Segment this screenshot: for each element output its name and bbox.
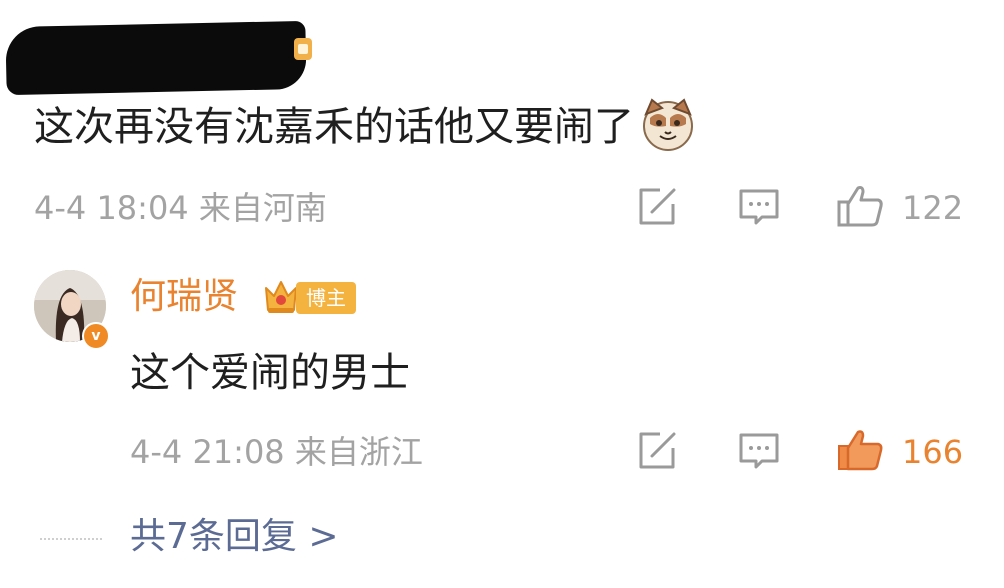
comment-body: 这次再没有沈嘉禾的话他又要闹了 xyxy=(34,104,634,150)
verified-badge: v xyxy=(82,322,110,350)
reply-like-count: 166 xyxy=(902,433,964,471)
share-button[interactable] xyxy=(636,186,678,228)
reply-comment-button-2[interactable] xyxy=(738,432,780,470)
redacted-username xyxy=(5,20,307,96)
reply-like-button[interactable] xyxy=(836,428,884,472)
reply-username[interactable]: 何瑞贤 xyxy=(130,274,238,320)
comment-text: 这次再没有沈嘉禾的话他又要闹了 xyxy=(34,96,696,156)
like-button[interactable] xyxy=(836,184,884,228)
reply-share-button[interactable] xyxy=(636,430,678,472)
reply-time: 4-4 21:08 xyxy=(130,433,285,471)
comment-icon xyxy=(739,189,779,225)
reply-meta: 4-4 21:08 来自浙江 xyxy=(130,432,423,472)
like-count: 122 xyxy=(902,189,964,227)
cat-face-emoji-icon xyxy=(643,98,693,151)
reply-body: 这个爱闹的男士 xyxy=(130,350,410,396)
share-icon xyxy=(639,188,676,225)
comment-icon xyxy=(739,433,779,469)
like-icon xyxy=(837,186,883,227)
reply-location: 来自浙江 xyxy=(294,433,423,471)
reply-comment-button[interactable] xyxy=(738,188,780,226)
more-replies-link[interactable]: 共7条回复 > xyxy=(130,514,339,560)
comment-time: 4-4 18:04 xyxy=(34,189,189,227)
crown-icon xyxy=(265,281,297,313)
host-badge: 博主 xyxy=(296,282,356,314)
like-icon-active xyxy=(838,430,883,471)
more-replies-divider xyxy=(40,538,102,540)
weibo-comment-thread: 这次再没有沈嘉禾的话他又要闹了 4-4 18:04 来自河南 122 v 何瑞贤… xyxy=(0,0,1004,588)
member-badge-icon xyxy=(294,38,312,60)
share-icon xyxy=(639,432,676,469)
comment-location: 来自河南 xyxy=(198,189,327,227)
comment-meta: 4-4 18:04 来自河南 xyxy=(34,188,327,228)
